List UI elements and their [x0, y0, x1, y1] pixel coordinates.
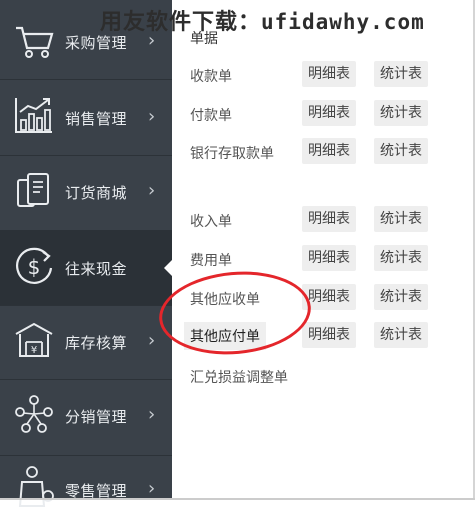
- sidebar-item-retail[interactable]: 零售管理 ›: [0, 456, 172, 507]
- row-label[interactable]: 收款单: [190, 66, 232, 86]
- chevron-right-icon: ›: [148, 106, 156, 127]
- row-label[interactable]: 付款单: [190, 105, 232, 125]
- chevron-right-icon: ›: [148, 330, 156, 351]
- svg-text:¥: ¥: [31, 345, 37, 356]
- watermark-url: ufidawhy.com: [261, 10, 425, 34]
- chevron-right-icon: ›: [148, 404, 156, 425]
- stats-report-button[interactable]: 统计表: [374, 138, 428, 164]
- highlight-circle-annotation: [155, 265, 315, 361]
- retail-bag-icon: [18, 466, 54, 507]
- section-title: 单据: [190, 31, 218, 47]
- sidebar-item-sales[interactable]: 销售管理 ›: [0, 80, 172, 156]
- sidebar-item-label: 往来现金: [65, 260, 128, 278]
- row-label[interactable]: 收入单: [190, 211, 232, 231]
- warehouse-icon: ¥: [15, 322, 53, 357]
- sidebar-item-label: 销售管理: [65, 110, 128, 128]
- distribution-icon: [15, 395, 53, 433]
- stats-report-button[interactable]: 统计表: [374, 100, 428, 126]
- sidebar-item-cash[interactable]: $ 往来现金: [0, 230, 172, 306]
- dollar-cycle-icon: $: [16, 247, 53, 284]
- watermark-text: 用友软件下载：: [100, 10, 262, 35]
- detail-report-button[interactable]: 明细表: [302, 138, 356, 164]
- chevron-right-icon: ›: [148, 180, 156, 201]
- sales-chart-icon: [15, 98, 52, 133]
- detail-report-button[interactable]: 明细表: [302, 206, 356, 232]
- sidebar: 采购管理 › 销售管理 › 订货商城 › $ 往来现金 ¥ 库存核算 › 分销管…: [0, 0, 172, 507]
- watermark: 用友软件下载：ufidawhy.com: [100, 4, 425, 36]
- svg-text:$: $: [28, 255, 41, 279]
- active-indicator: [164, 258, 174, 278]
- sidebar-item-label: 库存核算: [65, 334, 128, 352]
- mobile-order-icon: [17, 173, 49, 207]
- detail-report-button[interactable]: 明细表: [302, 322, 356, 348]
- stats-report-button[interactable]: 统计表: [374, 322, 428, 348]
- sidebar-item-label: 分销管理: [65, 408, 128, 426]
- stats-report-button[interactable]: 统计表: [374, 61, 428, 87]
- detail-report-button[interactable]: 明细表: [302, 245, 356, 271]
- row-label[interactable]: 银行存取款单: [190, 143, 274, 163]
- sidebar-item-distribution[interactable]: 分销管理 ›: [0, 380, 172, 456]
- sidebar-item-order-mall[interactable]: 订货商城 ›: [0, 156, 172, 232]
- row-label[interactable]: 费用单: [190, 250, 232, 270]
- detail-report-button[interactable]: 明细表: [302, 61, 356, 87]
- chevron-right-icon: ›: [148, 478, 156, 499]
- stats-report-button[interactable]: 统计表: [374, 284, 428, 310]
- sidebar-item-inventory[interactable]: ¥ 库存核算 ›: [0, 304, 172, 380]
- stats-report-button[interactable]: 统计表: [374, 206, 428, 232]
- detail-report-button[interactable]: 明细表: [302, 100, 356, 126]
- sidebar-item-label: 订货商城: [65, 184, 128, 202]
- stats-report-button[interactable]: 统计表: [374, 245, 428, 271]
- row-label[interactable]: 汇兑损益调整单: [190, 367, 288, 387]
- shopping-cart-icon: [16, 26, 54, 58]
